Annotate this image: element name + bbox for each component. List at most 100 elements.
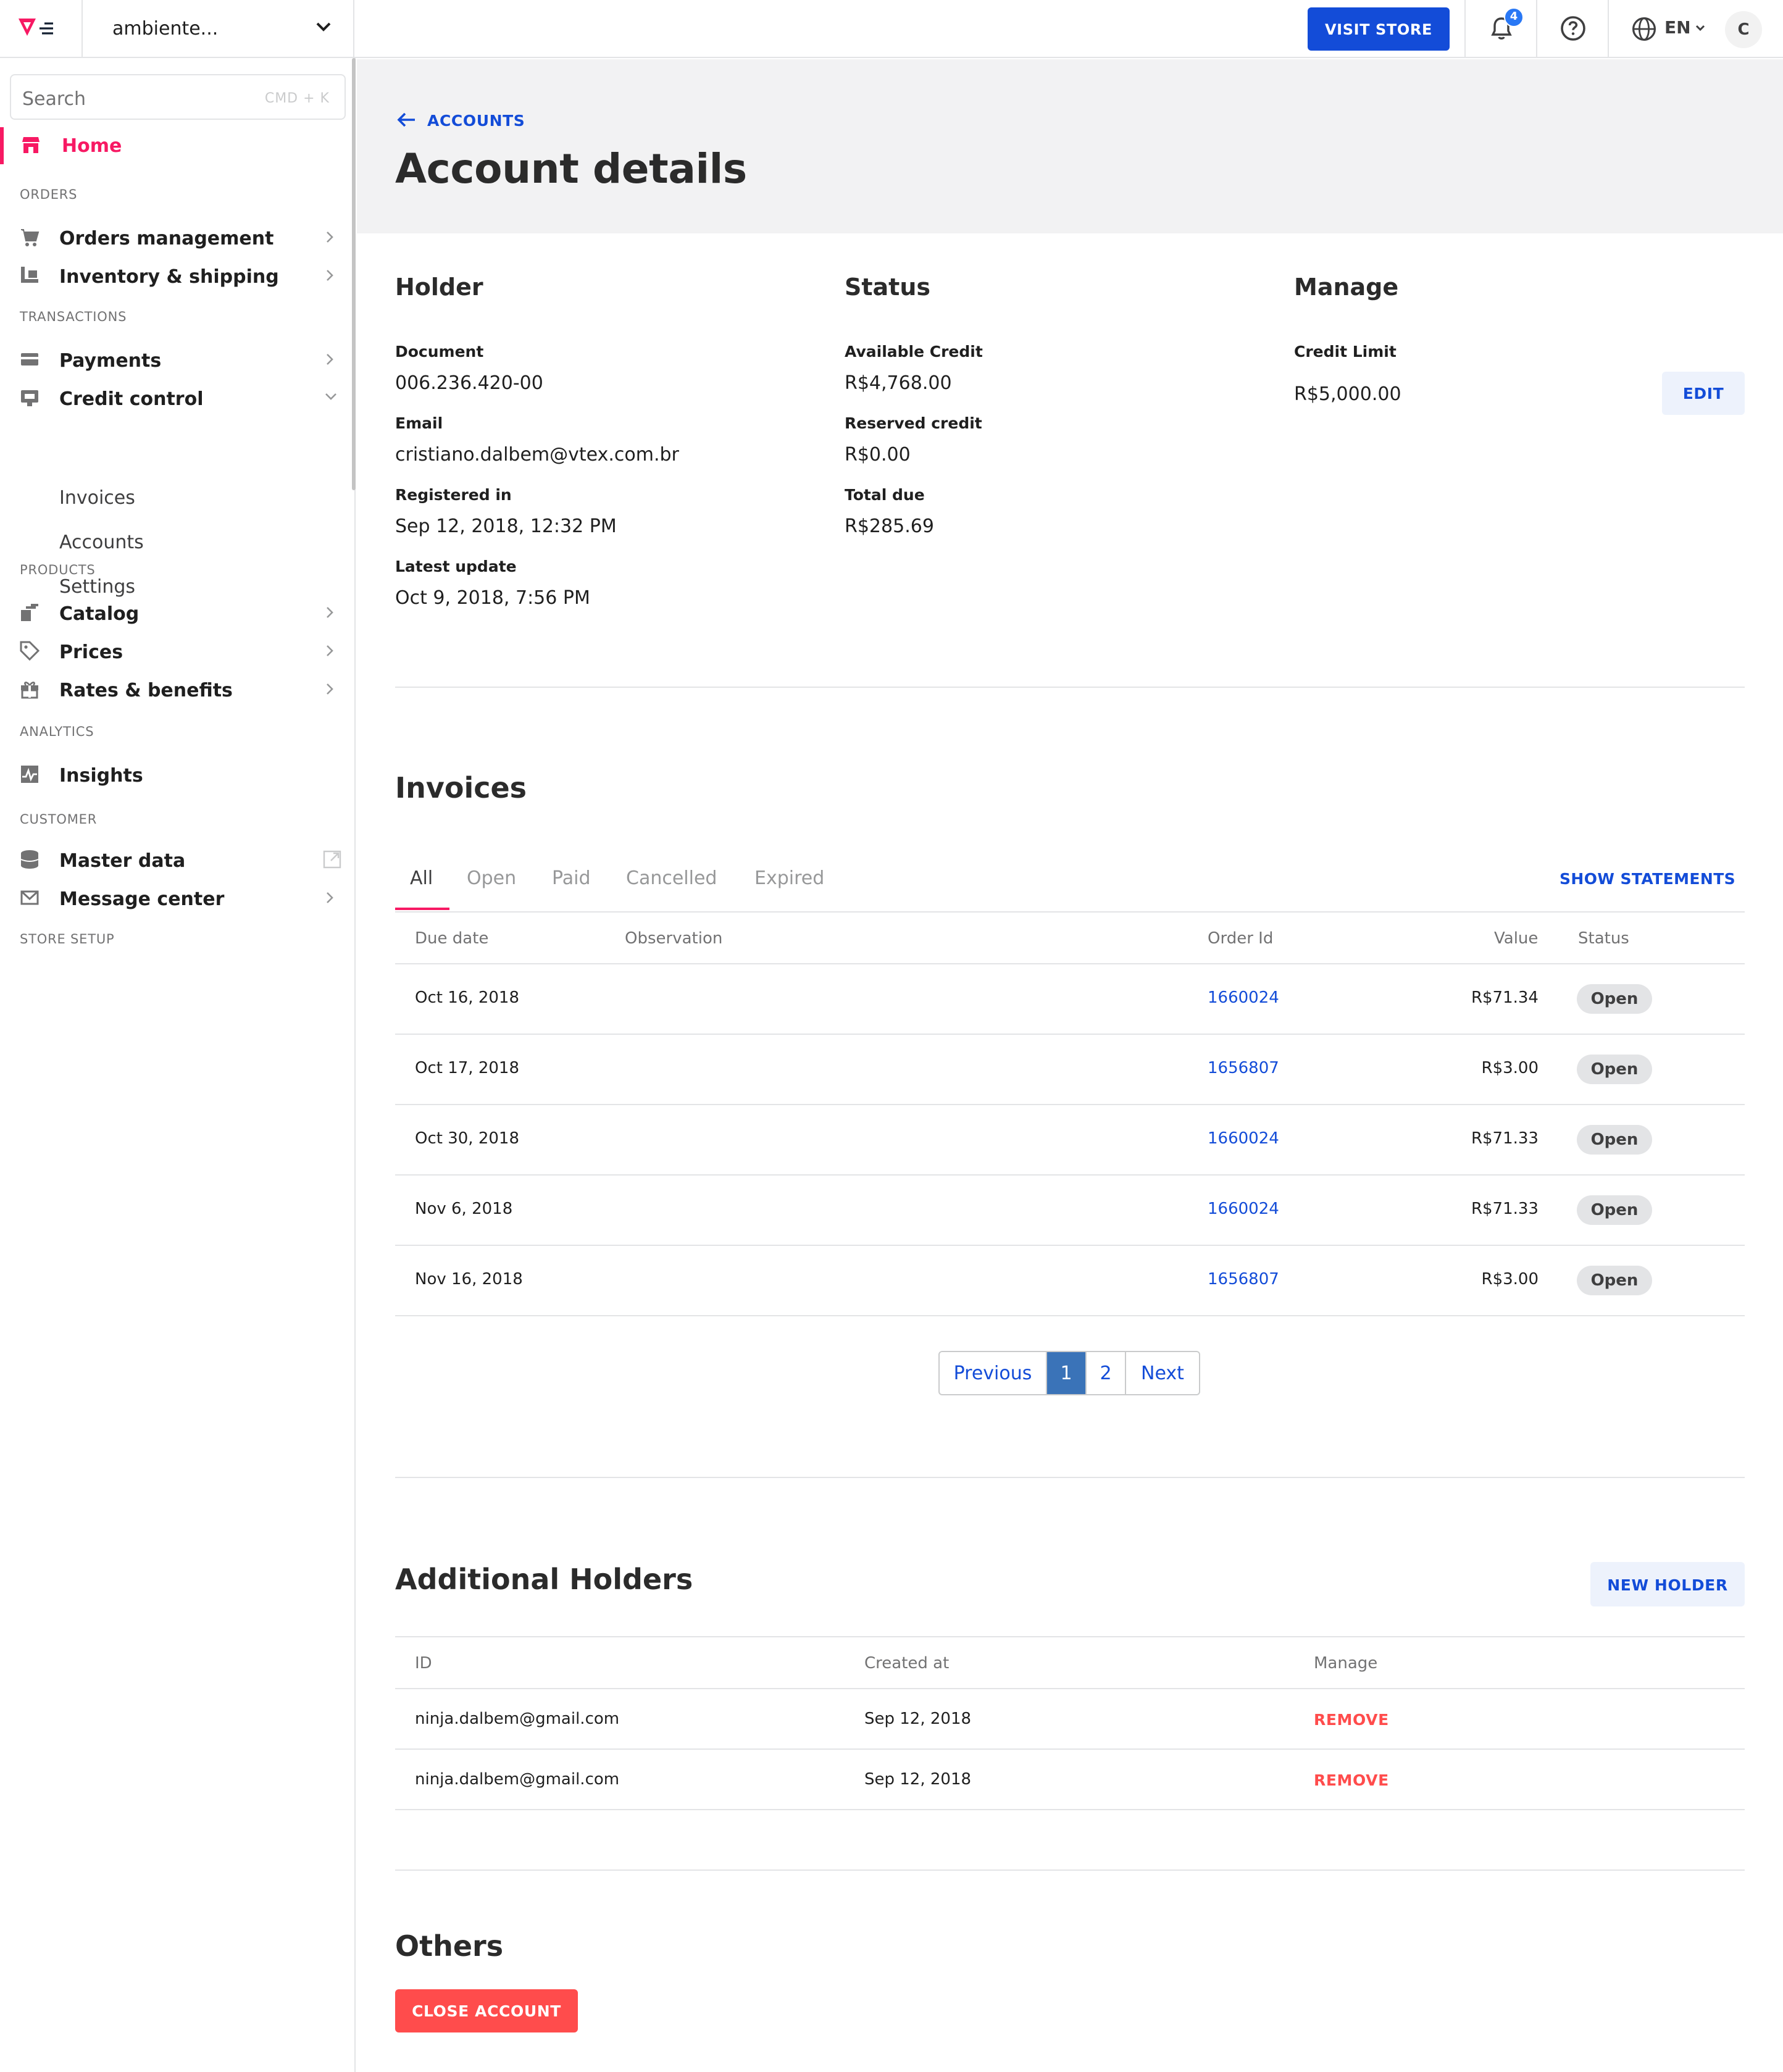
credit-limit-value: R$5,000.00 [1294, 383, 1401, 405]
row-divider [395, 1315, 1745, 1316]
holder-id-cell: ninja.dalbem@gmail.com [415, 1710, 620, 1729]
search-input[interactable]: Search CMD + K [10, 74, 346, 120]
column-header-due-date[interactable]: Due date [415, 930, 488, 948]
sidebar-subitem-settings[interactable]: Settings [59, 575, 135, 598]
order-id-link[interactable]: 1660024 [1208, 989, 1279, 1008]
section-products: PRODUCTS [20, 563, 96, 578]
additional-holders-title: Additional Holders [395, 1564, 693, 1597]
sidebar-item-prices[interactable]: Prices [0, 636, 352, 668]
tabs-divider [395, 911, 1745, 913]
sidebar-item-inventory-shipping[interactable]: Inventory & shipping [0, 261, 352, 293]
due-date-cell: Nov 16, 2018 [415, 1271, 523, 1289]
document-label: Document [395, 342, 484, 361]
row-divider [395, 1748, 1745, 1750]
total-due-value: R$285.69 [845, 515, 934, 537]
available-credit-label: Available Credit [845, 342, 983, 361]
show-statements-button[interactable]: SHOW STATEMENTS [1560, 869, 1735, 888]
value-cell: R$3.00 [1481, 1059, 1539, 1078]
section-transactions: TRANSACTIONS [20, 310, 127, 325]
globe-icon[interactable] [1631, 16, 1657, 42]
status-badge: Open [1577, 1266, 1652, 1295]
top-bar: ambiente... VISIT STORE 4 EN C [0, 0, 1783, 58]
page-title: Account details [395, 144, 747, 193]
credit-card-icon [21, 353, 38, 366]
value-cell: R$3.00 [1481, 1271, 1539, 1289]
created-at-cell: Sep 12, 2018 [864, 1710, 972, 1729]
value-cell: R$71.33 [1471, 1130, 1539, 1148]
credit-control-icon [21, 390, 38, 406]
sidebar-item-rates-benefits[interactable]: Rates & benefits [0, 674, 352, 706]
tag-icon [20, 641, 40, 661]
created-at-cell: Sep 12, 2018 [864, 1771, 972, 1789]
order-id-link[interactable]: 1656807 [1208, 1059, 1279, 1078]
page-2-button[interactable]: 2 [1087, 1352, 1126, 1394]
sidebar-subitem-accounts[interactable]: Accounts [59, 531, 144, 553]
back-link-label: ACCOUNTS [427, 111, 525, 130]
sidebar-item-home[interactable]: Home [0, 127, 352, 164]
table-top-divider [395, 1636, 1745, 1637]
order-id-link[interactable]: 1660024 [1208, 1130, 1279, 1148]
chevron-down-icon [1695, 25, 1705, 31]
divider [395, 1869, 1745, 1871]
section-customer: CUSTOMER [20, 813, 98, 827]
sidebar-item-label: Catalog [59, 603, 140, 625]
order-id-link[interactable]: 1656807 [1208, 1271, 1279, 1289]
divider [1464, 0, 1466, 58]
language-selector[interactable]: EN [1664, 19, 1691, 38]
sidebar-item-insights[interactable]: Insights [0, 759, 352, 792]
close-account-button[interactable]: CLOSE ACCOUNT [395, 1989, 578, 2032]
divider [395, 687, 1745, 688]
mail-icon [20, 890, 39, 905]
account-selector[interactable]: ambiente... [83, 0, 354, 58]
sidebar-item-orders-management[interactable]: Orders management [0, 222, 352, 254]
sidebar-item-master-data[interactable]: Master data [0, 845, 352, 877]
available-credit-value: R$4,768.00 [845, 372, 952, 394]
next-page-button[interactable]: Next [1126, 1352, 1199, 1394]
status-badge: Open [1577, 1125, 1652, 1155]
chevron-right-icon [327, 645, 333, 656]
email-value: cristiano.dalbem@vtex.com.br [395, 443, 679, 466]
sidebar-item-payments[interactable]: Payments [0, 345, 352, 377]
tab-cancelled[interactable]: Cancelled [626, 867, 717, 889]
back-link[interactable]: ACCOUNTS [396, 109, 532, 133]
sidebar-item-catalog[interactable]: Catalog [0, 598, 352, 630]
divider [1536, 0, 1537, 58]
tab-all[interactable]: All [410, 867, 433, 889]
column-header-created-at: Created at [864, 1655, 950, 1673]
chevron-right-icon [327, 232, 333, 243]
chevron-right-icon [327, 683, 333, 695]
pagination: Previous 1 2 Next [938, 1351, 1200, 1395]
store-icon [22, 137, 40, 153]
remove-button[interactable]: REMOVE [1314, 1710, 1389, 1729]
tab-open[interactable]: Open [467, 867, 516, 889]
page-1-button[interactable]: 1 [1047, 1352, 1087, 1394]
column-header-status[interactable]: Status [1578, 930, 1629, 948]
divider [1608, 0, 1609, 58]
due-date-cell: Oct 16, 2018 [415, 989, 519, 1008]
due-date-cell: Nov 6, 2018 [415, 1200, 513, 1219]
credit-limit-label: Credit Limit [1294, 342, 1397, 361]
new-holder-button[interactable]: NEW HOLDER [1590, 1562, 1745, 1606]
status-badge: Open [1577, 984, 1652, 1014]
column-header-value[interactable]: Value [1494, 930, 1538, 948]
edit-button[interactable]: EDIT [1662, 372, 1745, 415]
tab-paid[interactable]: Paid [552, 867, 591, 889]
previous-page-button[interactable]: Previous [940, 1352, 1047, 1394]
column-header-observation[interactable]: Observation [625, 930, 722, 948]
sidebar-item-message-center[interactable]: Message center [0, 883, 352, 915]
sidebar-scrollbar[interactable] [352, 58, 356, 490]
column-header-order-id[interactable]: Order Id [1208, 930, 1273, 948]
registered-value: Sep 12, 2018, 12:32 PM [395, 515, 617, 537]
row-divider [395, 1174, 1745, 1176]
sidebar-item-credit-control[interactable]: Credit control [0, 383, 352, 415]
visit-store-button[interactable]: VISIT STORE [1308, 7, 1450, 51]
help-icon[interactable] [1560, 15, 1587, 42]
order-id-link[interactable]: 1660024 [1208, 1200, 1279, 1219]
sidebar-subitem-invoices[interactable]: Invoices [59, 487, 135, 509]
remove-button[interactable]: REMOVE [1314, 1771, 1389, 1789]
avatar[interactable]: C [1725, 11, 1762, 48]
divider [395, 1477, 1745, 1478]
tab-expired[interactable]: Expired [754, 867, 824, 889]
sidebar-item-label: Inventory & shipping [59, 265, 279, 288]
vtex-logo[interactable] [0, 0, 83, 58]
